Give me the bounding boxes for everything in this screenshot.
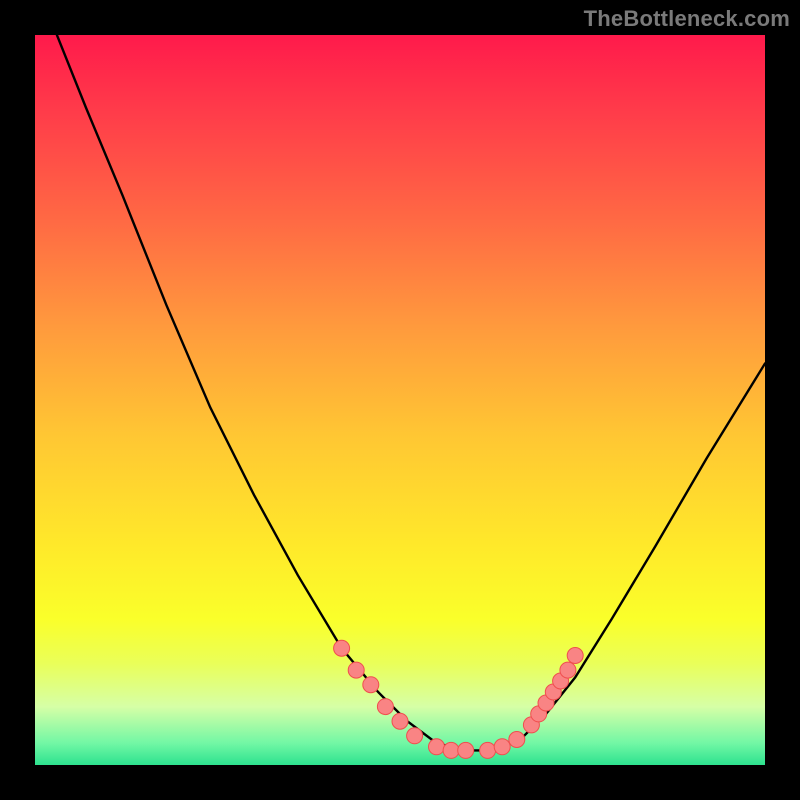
left-marker-2 [348,662,364,678]
left-marker-5 [392,713,408,729]
watermark-text: TheBottleneck.com [584,6,790,32]
bottom-marker-4 [480,742,496,758]
left-marker-4 [377,699,393,715]
bottleneck-curve [35,35,765,750]
right-marker-7 [567,648,583,664]
bottom-marker-3 [458,742,474,758]
chart-svg [35,35,765,765]
left-marker-3 [363,677,379,693]
left-marker-6 [407,728,423,744]
bottom-marker-6 [509,732,525,748]
right-marker-6 [560,662,576,678]
chart-frame: TheBottleneck.com [0,0,800,800]
bottom-marker-2 [443,742,459,758]
bottom-marker-1 [429,739,445,755]
bottom-marker-5 [494,739,510,755]
left-marker-1 [334,640,350,656]
curve-markers [334,640,584,758]
